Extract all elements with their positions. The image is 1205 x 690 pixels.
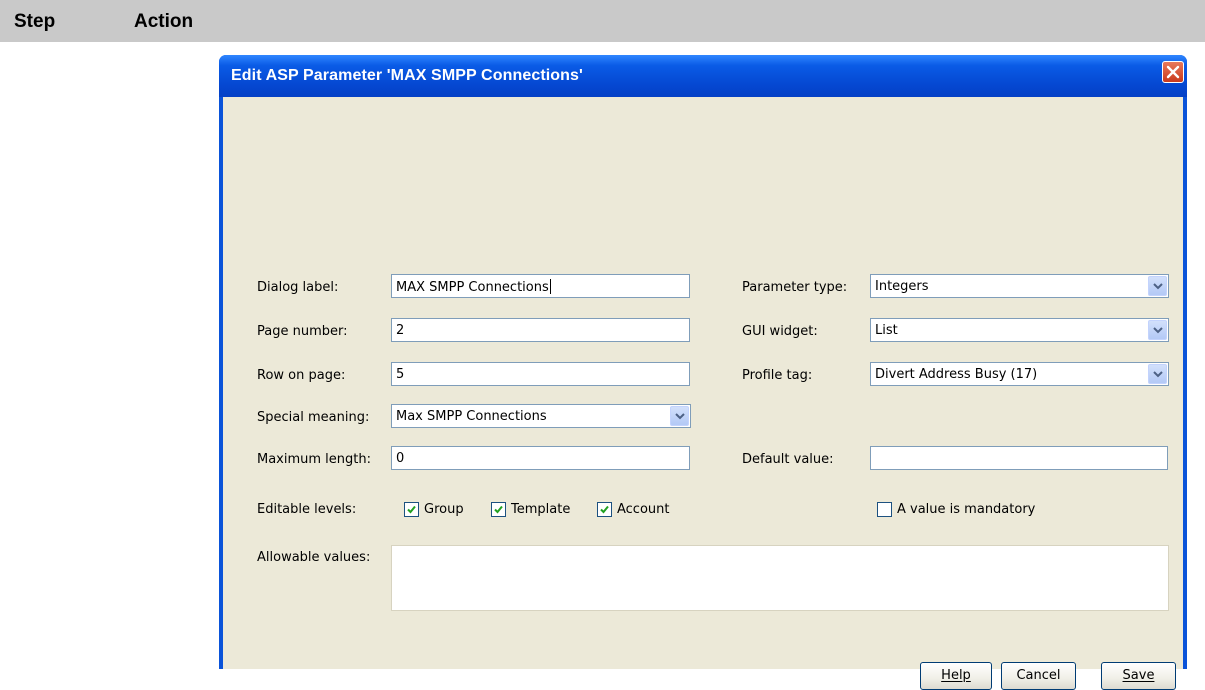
profile-tag-dropdown-button[interactable] (1148, 364, 1167, 384)
profile-tag-label: Profile tag: (742, 368, 813, 383)
parameter-type-label: Parameter type: (742, 280, 848, 295)
cancel-button[interactable]: Cancel (1001, 662, 1076, 690)
checkmark-icon (600, 505, 609, 514)
save-button[interactable]: Save (1101, 662, 1176, 690)
default-value-field[interactable] (870, 446, 1168, 470)
dialog-title: Edit ASP Parameter 'MAX SMPP Connections… (231, 67, 583, 84)
template-checkbox-label[interactable]: Template (511, 502, 570, 517)
account-checkbox-label[interactable]: Account (617, 502, 670, 517)
profile-tag-value: Divert Address Busy (17) (875, 367, 1038, 382)
chevron-down-icon (675, 413, 685, 420)
chevron-down-icon (1153, 283, 1163, 290)
editable-levels-label: Editable levels: (257, 502, 357, 517)
gui-widget-dropdown-button[interactable] (1148, 320, 1167, 340)
dialog-titlebar[interactable]: Edit ASP Parameter 'MAX SMPP Connections… (219, 55, 1187, 97)
gui-widget-label: GUI widget: (742, 324, 818, 339)
profile-tag-select[interactable]: Divert Address Busy (17) (870, 362, 1169, 386)
dialog-body: Dialog label: MAX SMPP Connections Page … (223, 97, 1183, 690)
account-checkbox[interactable] (597, 502, 612, 517)
chevron-down-icon (1153, 327, 1163, 334)
row-on-page-field[interactable]: 5 (391, 362, 690, 386)
page-number-field[interactable]: 2 (391, 318, 690, 342)
template-checkbox[interactable] (491, 502, 506, 517)
special-meaning-dropdown-button[interactable] (670, 406, 689, 426)
dialog-label-label: Dialog label: (257, 280, 339, 295)
allowable-values-textarea[interactable] (391, 545, 1169, 611)
edit-asp-parameter-dialog: Edit ASP Parameter 'MAX SMPP Connections… (219, 55, 1187, 690)
column-header-action: Action (134, 11, 194, 32)
special-meaning-select[interactable]: Max SMPP Connections (391, 404, 691, 428)
special-meaning-label: Special meaning: (257, 410, 370, 425)
dialog-label-field[interactable]: MAX SMPP Connections (391, 274, 690, 298)
group-checkbox[interactable] (404, 502, 419, 517)
maximum-length-field[interactable]: 0 (391, 446, 690, 470)
help-button[interactable]: Help (920, 662, 992, 690)
close-button[interactable] (1162, 61, 1184, 83)
text-caret (549, 279, 551, 294)
allowable-values-label: Allowable values: (257, 550, 371, 565)
maximum-length-label: Maximum length: (257, 452, 372, 467)
parameter-type-dropdown-button[interactable] (1148, 276, 1167, 296)
group-checkbox-label[interactable]: Group (424, 502, 464, 517)
chevron-down-icon (1153, 371, 1163, 378)
column-header-step: Step (14, 11, 56, 32)
table-header: Step Action (0, 0, 1205, 42)
page-number-label: Page number: (257, 324, 348, 339)
row-on-page-label: Row on page: (257, 368, 346, 383)
mandatory-checkbox-label[interactable]: A value is mandatory (897, 502, 1035, 517)
checkmark-icon (407, 505, 416, 514)
special-meaning-value: Max SMPP Connections (396, 409, 547, 424)
checkmark-icon (494, 505, 503, 514)
gui-widget-select[interactable]: List (870, 318, 1169, 342)
default-value-label: Default value: (742, 452, 834, 467)
gui-widget-value: List (875, 323, 898, 338)
mandatory-checkbox[interactable] (877, 502, 892, 517)
parameter-type-value: Integers (875, 279, 929, 294)
parameter-type-select[interactable]: Integers (870, 274, 1169, 298)
